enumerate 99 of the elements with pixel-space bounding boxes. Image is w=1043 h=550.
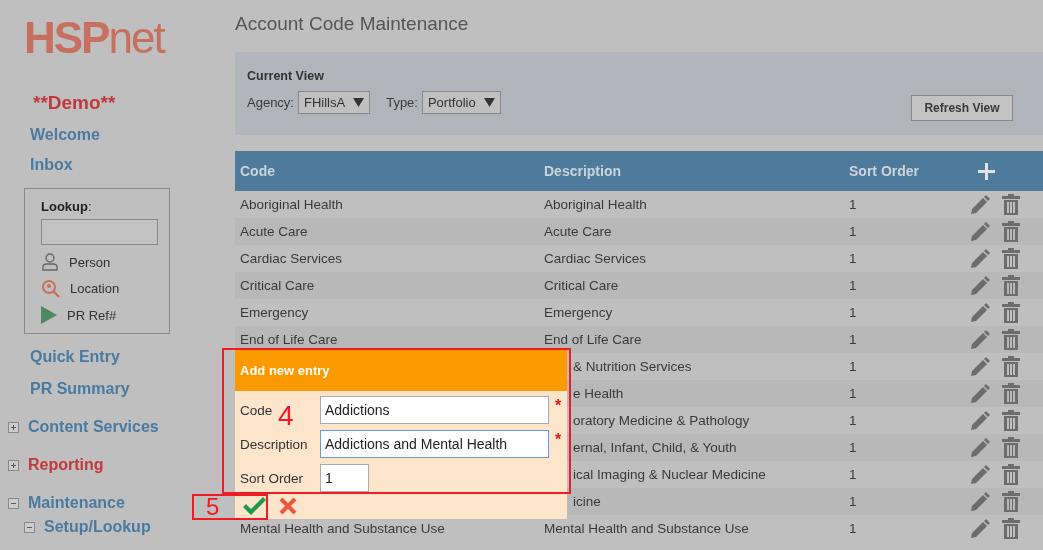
- input-field[interactable]: Addictions and Mental Health: [320, 430, 549, 458]
- table-cell-text: 1: [848, 386, 858, 401]
- pencil-icon[interactable]: [969, 220, 991, 243]
- trash-icon[interactable]: [1001, 409, 1021, 432]
- filter-label: Agency:: [247, 95, 294, 110]
- column-header: Code: [239, 163, 276, 179]
- trash-icon[interactable]: [1001, 328, 1021, 351]
- close-icon[interactable]: [279, 497, 297, 515]
- input-field[interactable]: Addictions: [320, 396, 549, 424]
- collapse-icon[interactable]: [8, 497, 19, 509]
- trash-icon[interactable]: [1001, 301, 1021, 324]
- trash-icon[interactable]: [1001, 436, 1021, 459]
- lookup-option[interactable]: Person: [69, 254, 111, 270]
- filter-dropdown[interactable]: Portfolio: [421, 91, 501, 114]
- trash-icon[interactable]: [1001, 247, 1021, 270]
- input-field[interactable]: 1: [320, 464, 369, 492]
- table-cell-text: icine: [572, 494, 602, 509]
- pencil-icon[interactable]: [969, 490, 991, 513]
- location-search-icon: [41, 279, 60, 298]
- trash-icon[interactable]: [1001, 463, 1021, 486]
- play-icon: [41, 306, 57, 324]
- logo: HSPnet: [24, 14, 166, 62]
- trash-icon[interactable]: [1001, 517, 1021, 540]
- page-title: Account Code Maintenance: [235, 12, 470, 36]
- column-header: Sort Order: [848, 163, 920, 179]
- table-cell-text: Acute Care: [543, 224, 613, 239]
- pencil-icon[interactable]: [969, 382, 991, 405]
- lookup-field[interactable]: [41, 219, 158, 245]
- expand-icon[interactable]: [8, 459, 19, 471]
- table-cell-text: Acute Care: [239, 224, 309, 239]
- table-cell-text: & Nutrition Services: [572, 359, 693, 374]
- expand-icon[interactable]: [8, 421, 19, 433]
- trash-icon[interactable]: [1001, 490, 1021, 513]
- table-cell-text: 1: [848, 278, 858, 293]
- table-cell-text: 1: [848, 440, 858, 455]
- table-cell-text: 1: [848, 494, 858, 509]
- table-cell-text: 1: [848, 305, 858, 320]
- collapse-icon[interactable]: [24, 521, 35, 533]
- required-mark: *: [555, 431, 562, 449]
- pencil-icon[interactable]: [969, 301, 991, 324]
- caret-icon: [353, 98, 365, 107]
- table-cell-text: 1: [848, 521, 858, 536]
- table-cell-text: 1: [848, 467, 858, 482]
- table-cell-text: Cardiac Services: [543, 251, 648, 266]
- table-cell-text: Critical Care: [239, 278, 316, 293]
- trash-icon[interactable]: [1001, 355, 1021, 378]
- person-icon: [41, 253, 59, 271]
- pencil-icon[interactable]: [969, 436, 991, 459]
- field-label: Sort Order: [240, 470, 304, 486]
- lookup-option[interactable]: Location: [70, 281, 120, 296]
- lookup-label: Lookup:: [41, 199, 92, 214]
- table-cell-text: 1: [848, 251, 858, 266]
- pencil-icon[interactable]: [969, 274, 991, 297]
- table-cell-text: oratory Medicine & Pathology: [572, 413, 751, 428]
- table-cell-text: ical Imaging & Nuclear Medicine: [572, 467, 767, 482]
- panel-title: Current View: [247, 69, 325, 83]
- table-cell-text: 1: [848, 197, 858, 212]
- pencil-icon[interactable]: [969, 355, 991, 378]
- caret-icon: [483, 98, 495, 107]
- filter-label: Type:: [386, 95, 418, 110]
- field-label: Code: [240, 402, 273, 418]
- column-header: Description: [543, 163, 622, 179]
- filter-dropdown[interactable]: FHillsA: [298, 91, 371, 114]
- table-cell-text: 1: [848, 413, 858, 428]
- table-cell-text: Mental Health and Substance Use: [543, 521, 750, 536]
- step-number: 5: [206, 495, 220, 519]
- trash-icon[interactable]: [1001, 220, 1021, 243]
- table-cell-text: 1: [848, 224, 858, 239]
- table-cell-text: 1: [848, 359, 858, 374]
- table-cell-text: e Health: [572, 386, 625, 401]
- pencil-icon[interactable]: [969, 328, 991, 351]
- table-cell-text: Aboriginal Health: [239, 197, 344, 212]
- dialog-title: Add new entry: [240, 362, 330, 378]
- required-mark: *: [555, 397, 562, 415]
- step-number: 4: [278, 402, 294, 430]
- trash-icon[interactable]: [1001, 274, 1021, 297]
- environment-label: **Demo**: [33, 92, 117, 114]
- pencil-icon[interactable]: [969, 463, 991, 486]
- table-cell-text: End of Life Care: [239, 332, 339, 347]
- table-cell-text: Cardiac Services: [239, 251, 344, 266]
- pencil-icon[interactable]: [969, 193, 991, 216]
- table-cell-text: Emergency: [239, 305, 310, 320]
- table-cell-text: Critical Care: [543, 278, 620, 293]
- table-cell-text: Mental Health and Substance Use: [239, 521, 446, 536]
- pencil-icon[interactable]: [969, 247, 991, 270]
- trash-icon[interactable]: [1001, 382, 1021, 405]
- pencil-icon[interactable]: [969, 409, 991, 432]
- table-cell-text: Emergency: [543, 305, 614, 320]
- table-cell-text: 1: [848, 332, 858, 347]
- pencil-icon[interactable]: [969, 517, 991, 540]
- check-icon[interactable]: [242, 497, 267, 517]
- field-label: Description: [240, 436, 308, 452]
- trash-icon[interactable]: [1001, 193, 1021, 216]
- lookup-option[interactable]: PR Ref#: [67, 307, 117, 323]
- refresh-button[interactable]: Refresh View: [911, 95, 1013, 121]
- table-cell-text: Aboriginal Health: [543, 197, 648, 212]
- add-icon[interactable]: [978, 162, 995, 180]
- table-cell-text: End of Life Care: [543, 332, 643, 347]
- table-cell-text: ernal, Infant, Child, & Youth: [572, 440, 738, 455]
